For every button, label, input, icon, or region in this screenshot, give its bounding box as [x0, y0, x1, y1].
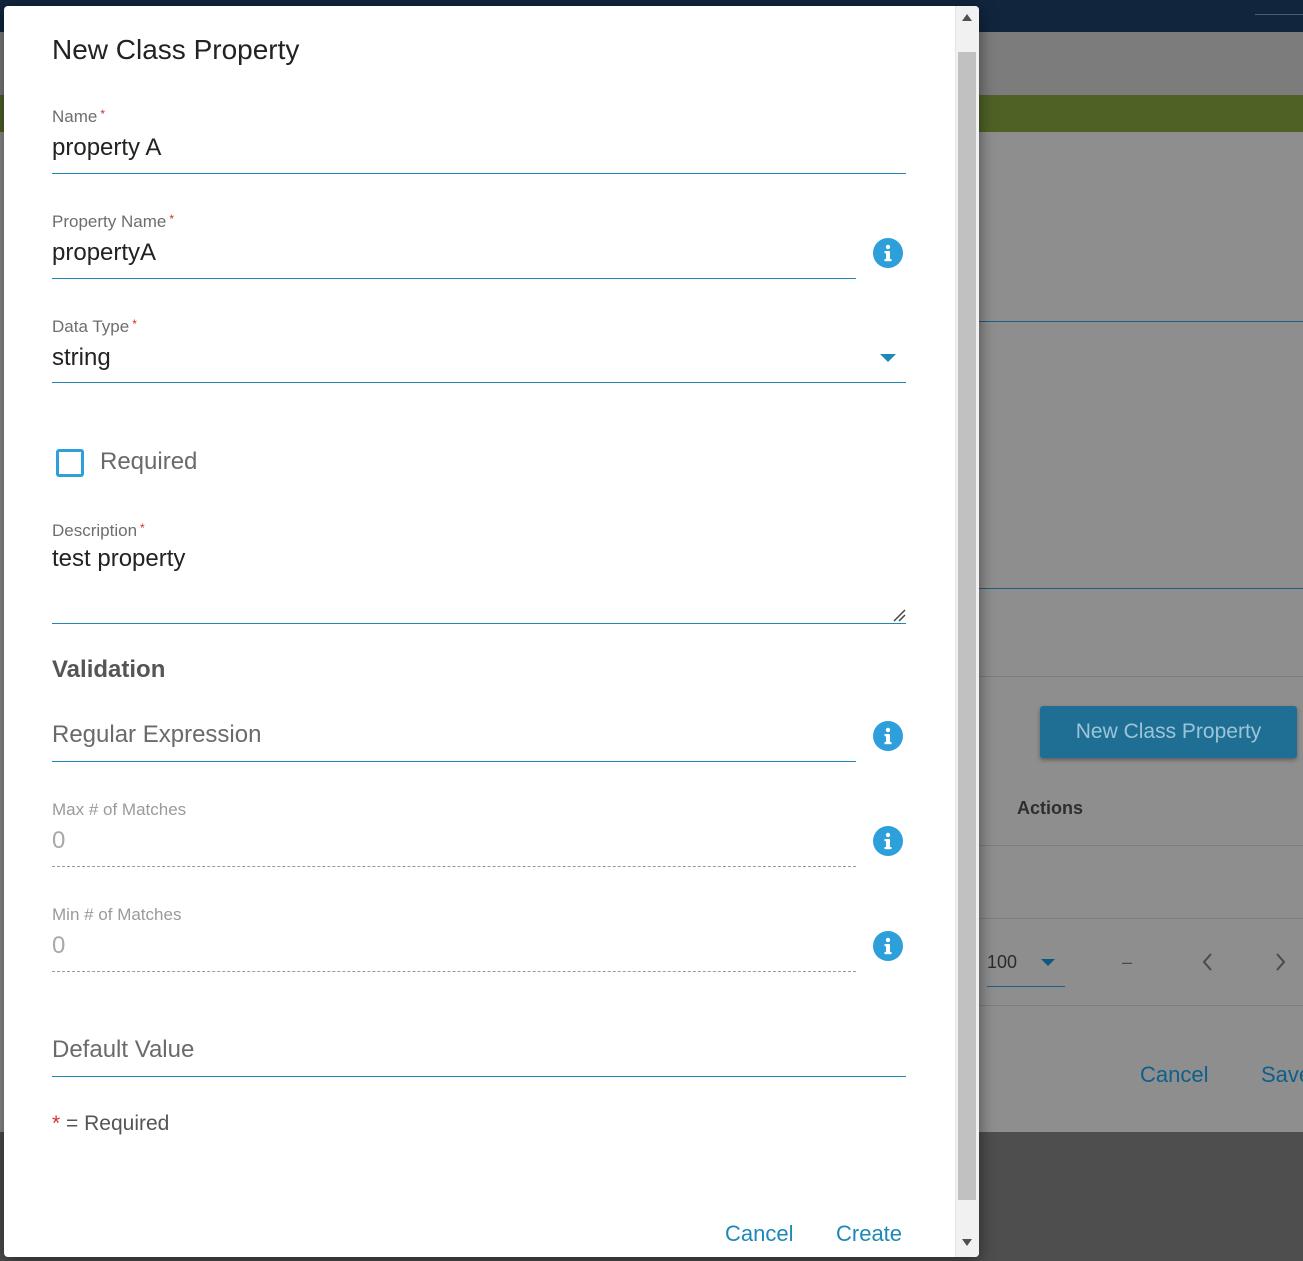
description-label: Description * [52, 521, 145, 541]
required-marker: * [132, 317, 137, 331]
property-name-label: Property Name * [52, 212, 174, 232]
description-underline [52, 623, 906, 624]
scroll-up-arrow-icon[interactable] [962, 14, 972, 21]
max-matches-label: Max # of Matches [52, 800, 187, 819]
cancel-button[interactable]: Cancel [725, 1221, 793, 1247]
scrollbar-thumb[interactable] [958, 52, 976, 1200]
create-button[interactable]: Create [836, 1221, 902, 1247]
min-matches-underline [52, 971, 856, 972]
scroll-down-arrow-icon[interactable] [962, 1239, 972, 1246]
data-type-underline [52, 382, 906, 383]
description-textarea[interactable]: test property [52, 545, 185, 573]
required-marker: * [169, 212, 174, 226]
info-icon[interactable] [873, 826, 903, 856]
default-value-underline [52, 1076, 906, 1077]
required-marker: * [140, 521, 145, 535]
dialog-title: New Class Property [52, 34, 300, 65]
data-type-label-text: Data Type [52, 317, 130, 336]
section-divider [979, 588, 1303, 589]
info-icon[interactable] [873, 931, 903, 961]
pager-divider [979, 1005, 1303, 1006]
info-icon[interactable] [873, 238, 903, 268]
name-label: Name * [52, 107, 105, 127]
page-save-button[interactable]: Save [1261, 1062, 1303, 1088]
property-name-underline [52, 278, 856, 279]
max-matches-underline [52, 866, 856, 867]
name-input[interactable]: property A [52, 134, 161, 162]
required-marker: * [100, 107, 106, 121]
page-size-select[interactable]: 100 [987, 950, 1065, 987]
pager-range: – [1122, 952, 1133, 972]
new-class-property-button[interactable]: New Class Property [1040, 706, 1297, 758]
property-name-label-text: Property Name [52, 212, 167, 231]
section-divider [979, 676, 1303, 677]
min-matches-label: Min # of Matches [52, 905, 182, 924]
resize-handle-icon[interactable] [892, 608, 906, 622]
name-label-text: Name [52, 107, 98, 126]
chevron-down-icon [1041, 959, 1055, 966]
data-type-select[interactable]: string [52, 344, 111, 372]
table-header-divider [979, 845, 1303, 846]
chevron-down-icon[interactable] [880, 354, 896, 362]
min-matches-input[interactable]: 0 [52, 932, 65, 960]
section-divider [979, 321, 1303, 322]
regular-expression-underline [52, 761, 856, 762]
required-checkbox-label[interactable]: Required [100, 448, 197, 476]
max-matches-input[interactable]: 0 [52, 827, 65, 855]
required-checkbox[interactable] [56, 449, 84, 477]
name-input-underline [52, 173, 906, 174]
property-name-input[interactable]: propertyA [52, 239, 156, 267]
required-legend-star: * [52, 1112, 61, 1135]
page-cancel-button[interactable]: Cancel [1140, 1062, 1208, 1088]
actions-column-header: Actions [1017, 798, 1084, 818]
page-size-value: 100 [987, 952, 1018, 972]
dialog-scrollbar[interactable] [955, 6, 979, 1257]
table-row-divider [979, 918, 1303, 919]
validation-section-title: Validation [52, 656, 166, 683]
chevron-left-icon[interactable] [1199, 950, 1215, 977]
new-class-property-dialog: New Class Property Name * property A Prop… [4, 6, 979, 1257]
top-bar-divider [1255, 14, 1303, 15]
data-type-label: Data Type * [52, 317, 137, 337]
description-label-text: Description [52, 521, 138, 540]
required-legend-text: = Required [66, 1112, 170, 1135]
required-legend: * = Required [52, 1112, 169, 1136]
chevron-right-icon[interactable] [1273, 950, 1289, 977]
info-icon[interactable] [873, 721, 903, 751]
regular-expression-input[interactable]: Regular Expression [52, 721, 261, 749]
default-value-input[interactable]: Default Value [52, 1036, 194, 1064]
